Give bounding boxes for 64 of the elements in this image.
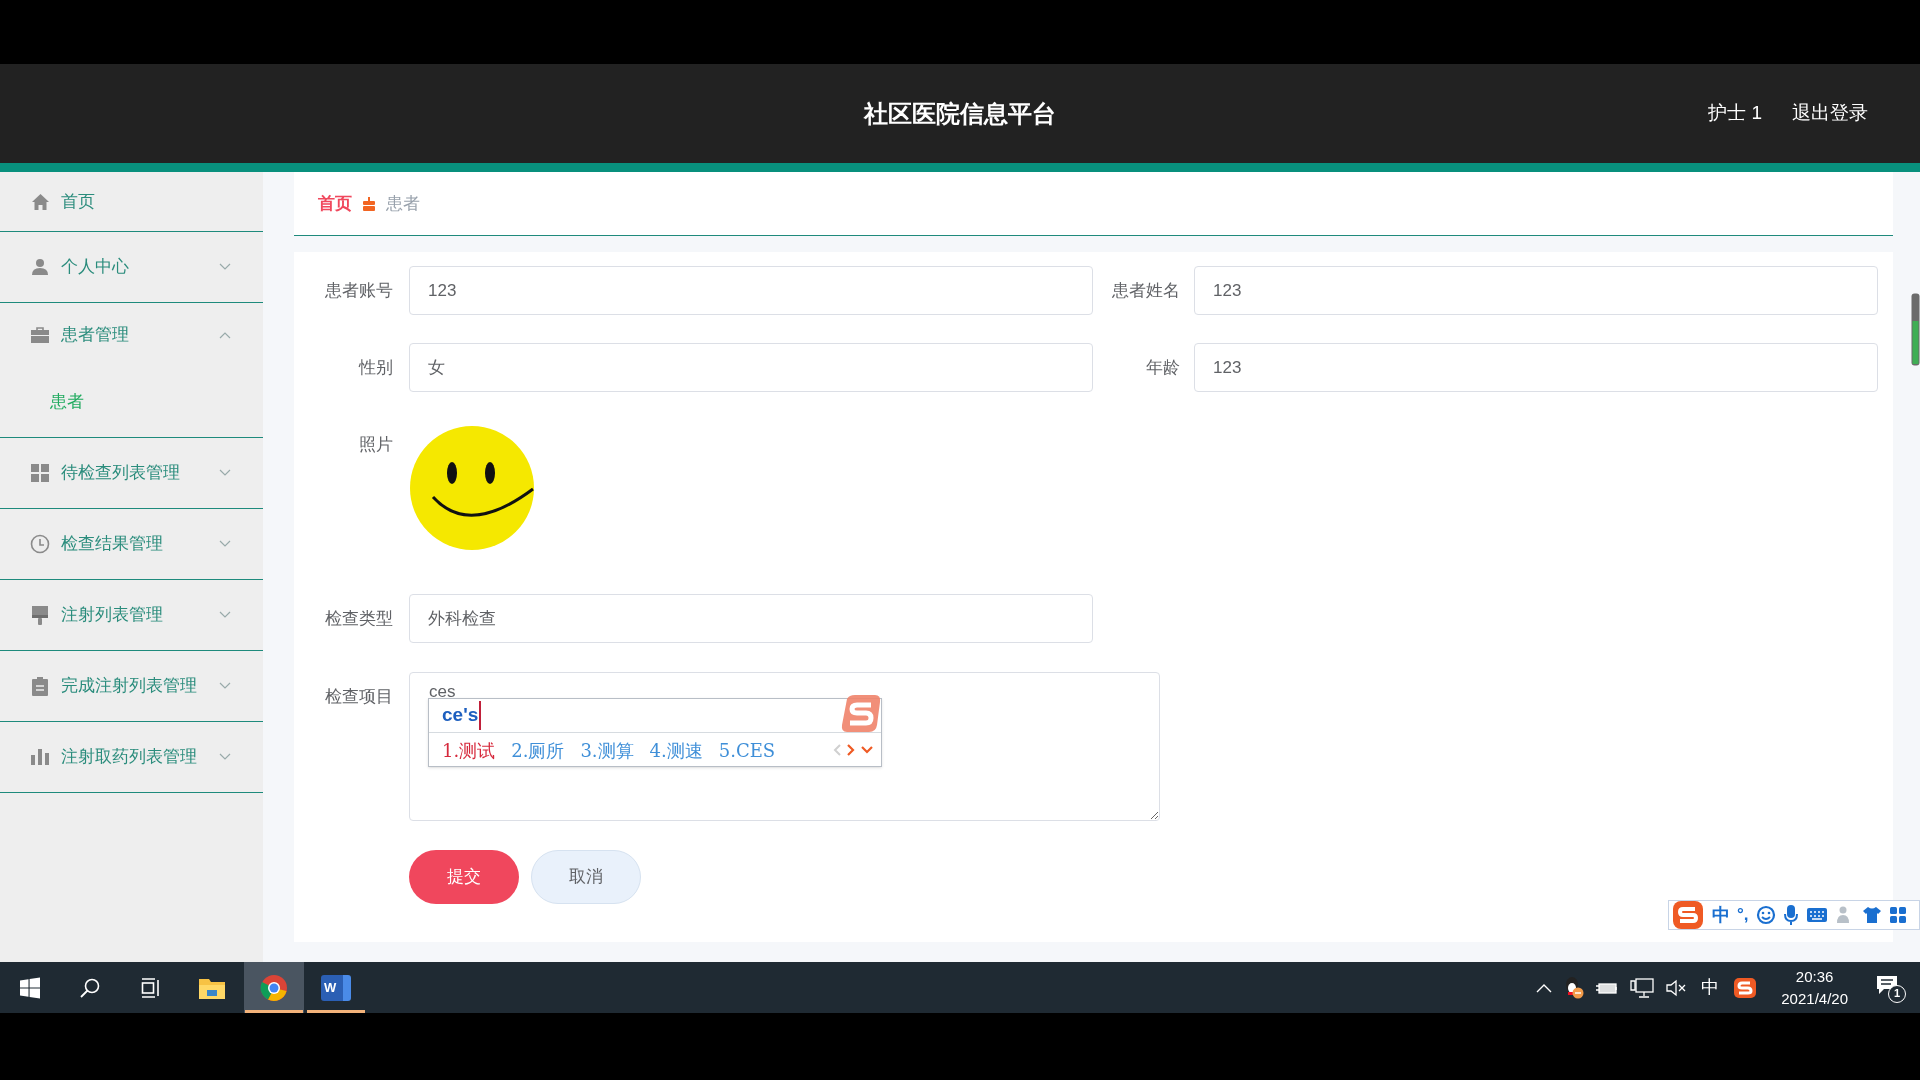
clock-time[interactable]: 20:36: [1795, 965, 1834, 988]
browser-icon[interactable]: [260, 973, 288, 1002]
submit-button[interactable]: 提交: [409, 850, 519, 904]
field-label: 年龄: [1145, 357, 1180, 379]
notification-count-badge: 1: [1888, 984, 1906, 1003]
input-field[interactable]: 123: [409, 266, 1093, 315]
menu-item[interactable]: 完成注射列表管理: [0, 651, 263, 721]
ime-candidate[interactable]: 3.测算: [580, 736, 634, 764]
ime-candidate[interactable]: 1.测试: [442, 736, 496, 764]
search-icon[interactable]: [79, 976, 101, 999]
composition-text: ce's: [442, 701, 482, 730]
field-label: 患者账号: [324, 280, 393, 302]
chevron-down-icon[interactable]: [861, 746, 873, 754]
windows-logo-icon[interactable]: [19, 976, 41, 999]
stamp-icon: [30, 605, 50, 625]
input-field[interactable]: 123: [1194, 266, 1878, 315]
input-mode-indicator[interactable]: 中: [1697, 974, 1724, 1001]
ime-candidate[interactable]: 2.厕所: [511, 736, 565, 764]
input-mode-toggle[interactable]: 中: [1712, 901, 1730, 929]
volume-muted-icon[interactable]: [1665, 978, 1688, 997]
shirt-icon[interactable]: [1861, 905, 1882, 925]
grid-icon[interactable]: [1888, 906, 1907, 924]
ime-candidate[interactable]: 5.CES: [718, 736, 776, 764]
menu-item[interactable]: 待检查列表管理: [0, 438, 263, 508]
field-label: 检查类型: [324, 608, 393, 630]
clock-date[interactable]: 2021/4/20: [1781, 987, 1848, 1010]
clock-icon: [30, 534, 50, 554]
document-app-button[interactable]: W: [306, 962, 366, 1013]
menu-item[interactable]: 个人中心: [0, 232, 263, 302]
menu-link[interactable]: 首页: [0, 172, 263, 231]
menu-item[interactable]: 注射取药列表管理: [0, 722, 263, 792]
input-field[interactable]: 外科检查: [409, 594, 1093, 643]
input-field[interactable]: 女: [409, 343, 1093, 392]
keyboard-icon[interactable]: [1805, 907, 1828, 923]
clipboard-icon: [30, 676, 50, 696]
punctuation-toggle[interactable]: °,: [1737, 902, 1749, 928]
field-label: 患者姓名: [1111, 280, 1180, 302]
logout-link[interactable]: 退出登录: [1792, 99, 1868, 128]
cancel-button[interactable]: 取消: [531, 850, 641, 904]
menu-item[interactable]: 患者管理: [0, 303, 263, 366]
field-label: 照片: [358, 434, 393, 456]
field-label: 检查项目: [324, 686, 393, 708]
cake-icon: [362, 196, 376, 211]
penguin-icon[interactable]: [1563, 975, 1586, 1000]
input-field[interactable]: 123: [1194, 343, 1878, 392]
person-icon: [30, 258, 50, 276]
grid-icon: [30, 464, 50, 482]
field-label: 性别: [357, 357, 393, 379]
browser-app-button[interactable]: [244, 962, 304, 1013]
menu-item[interactable]: 注射列表管理: [0, 580, 263, 650]
logo-icon[interactable]: [1733, 976, 1758, 999]
app-title: 社区医院信息平台: [864, 98, 1056, 129]
menu-item[interactable]: 检查结果管理: [0, 509, 263, 579]
ime-candidate[interactable]: 4.测速: [649, 736, 703, 764]
bar-chart-icon: [30, 749, 50, 765]
briefcase-icon: [30, 326, 50, 343]
home-icon: [30, 192, 50, 211]
emoji-icon[interactable]: [1755, 905, 1776, 925]
next-page-icon[interactable]: [847, 744, 855, 756]
user-name: 护士 1: [1708, 101, 1762, 126]
breadcrumb-link[interactable]: 首页: [318, 190, 352, 217]
microphone-icon[interactable]: [1782, 904, 1799, 926]
network-icon[interactable]: [1629, 976, 1656, 999]
task-view-icon[interactable]: [139, 977, 161, 998]
